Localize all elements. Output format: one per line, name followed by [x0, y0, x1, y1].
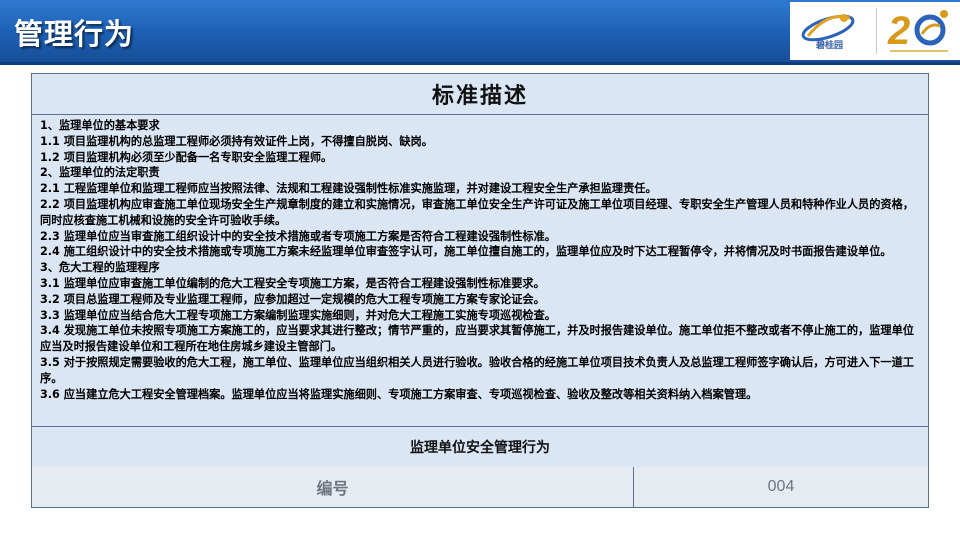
standard-description: 1、监理单位的基本要求 1.1 项目监理机构的总监理工程师必须持有效证件上岗，不…: [40, 118, 922, 402]
description-line: 2、监理单位的法定职责: [40, 166, 160, 180]
behavior-subtitle: 监理单位安全管理行为: [32, 426, 928, 468]
page-title: 管理行为: [14, 17, 135, 51]
description-line: 2.2 项目监理机构应审查施工单位现场安全生产规章制度的建立和实施情况，审查施工…: [40, 197, 914, 227]
brand-name: 碧桂园: [816, 41, 844, 51]
description-line: 3.4 发现施工单位未按照专项施工方案施工的，应当要求其进行整改；情节严重的，应…: [40, 324, 914, 354]
logo-divider: [876, 8, 877, 54]
description-line: 3.1 监理单位应审查施工单位编制的危大工程安全专项施工方案，是否符合工程建设强…: [40, 276, 545, 290]
svg-text:2: 2: [887, 9, 910, 53]
code-value: 004: [767, 478, 795, 495]
header-underline: [0, 62, 960, 65]
code-label: 编号: [32, 467, 634, 507]
description-line: 3.3 监理单位应当结合危大工程专项施工方案编制监理实施细则，并对危大工程施工实…: [40, 308, 556, 322]
description-line: 1、监理单位的基本要求: [40, 119, 160, 132]
code-row: 编号 004: [32, 467, 928, 507]
description-line: 1.2 项目监理机构必须至少配备一名专职安全监理工程师。: [40, 150, 333, 164]
description-line: 3.5 对于按照规定需要验收的危大工程，施工单位、监理单位应当组织相关人员进行验…: [40, 355, 914, 385]
anniversary-28-logo-icon: 2: [887, 9, 948, 53]
description-line: 1.1 项目监理机构的总监理工程师必须持有效证件上岗，不得擅自脱岗、缺岗。: [40, 134, 433, 148]
description-line: 2.3 监理单位应当审查施工组织设计中的安全技术措施或者专项施工方案是否符合工程…: [40, 229, 556, 243]
table-heading: 标准描述: [32, 74, 928, 115]
header-bar: 管理行为 碧桂园 2: [0, 0, 960, 62]
logo-area: 碧桂园 2: [790, 2, 960, 60]
standards-table: 标准描述 1、监理单位的基本要求 1.1 项目监理机构的总监理工程师必须持有效证…: [31, 73, 929, 508]
description-line: 3、危大工程的监理程序: [40, 261, 160, 275]
description-line: 2.4 施工组织设计中的安全技术措施或专项施工方案未经监理单位审查签字认可，施工…: [40, 245, 892, 259]
description-line: 3.6 应当建立危大工程安全管理档案。监理单位应当将监理实施细则、专项施工方案审…: [40, 387, 758, 401]
description-line: 2.1 工程监理单位和监理工程师应当按照法律、法规和工程建设强制性标准实施监理，…: [40, 182, 657, 196]
description-line: 3.2 项目总监理工程师及专业监理工程师，应参加超过一定规模的危大工程专项施工方…: [40, 292, 545, 306]
